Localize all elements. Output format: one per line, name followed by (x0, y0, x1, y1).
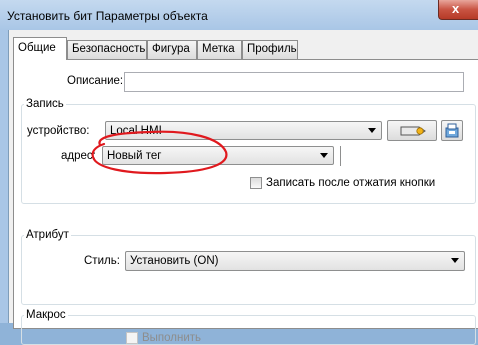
dialog-window: Установить бит Параметры объекта x Общие… (0, 0, 478, 345)
tab-label: Общие (18, 42, 56, 54)
tab-general[interactable]: Общие (13, 37, 67, 60)
red-annotation-ellipse (91, 130, 228, 175)
execute-checkbox[interactable] (126, 332, 138, 344)
execute-label[interactable]: Выполнить (142, 332, 201, 344)
